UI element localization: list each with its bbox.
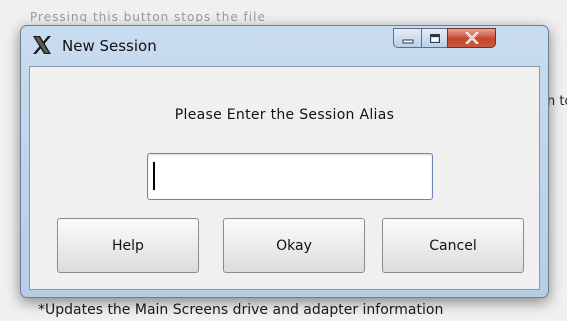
- help-button[interactable]: Help: [57, 218, 199, 273]
- x-app-icon: [31, 34, 53, 56]
- session-alias-input[interactable]: [147, 153, 433, 200]
- minimize-button[interactable]: [393, 28, 422, 48]
- maximize-icon: [429, 29, 441, 48]
- close-icon: [465, 29, 479, 48]
- background-top-text: Pressing this button stops the file: [30, 10, 266, 22]
- text-caret: [153, 162, 155, 190]
- background-right-text: n to: [547, 94, 567, 109]
- maximize-button[interactable]: [421, 28, 448, 48]
- okay-button[interactable]: Okay: [223, 218, 365, 273]
- new-session-dialog: New Session Please Enter the Session Ali…: [20, 25, 549, 298]
- session-alias-prompt: Please Enter the Session Alias: [174, 107, 395, 123]
- cancel-button[interactable]: Cancel: [382, 218, 524, 273]
- background-note-text: *Updates the Main Screens drive and adap…: [38, 302, 444, 318]
- close-button[interactable]: [447, 28, 496, 48]
- dialog-client-area: Please Enter the Session Alias Help Okay…: [29, 66, 540, 290]
- dialog-titlebar[interactable]: New Session: [21, 26, 548, 64]
- minimize-icon: [402, 29, 414, 48]
- dialog-title: New Session: [62, 37, 157, 55]
